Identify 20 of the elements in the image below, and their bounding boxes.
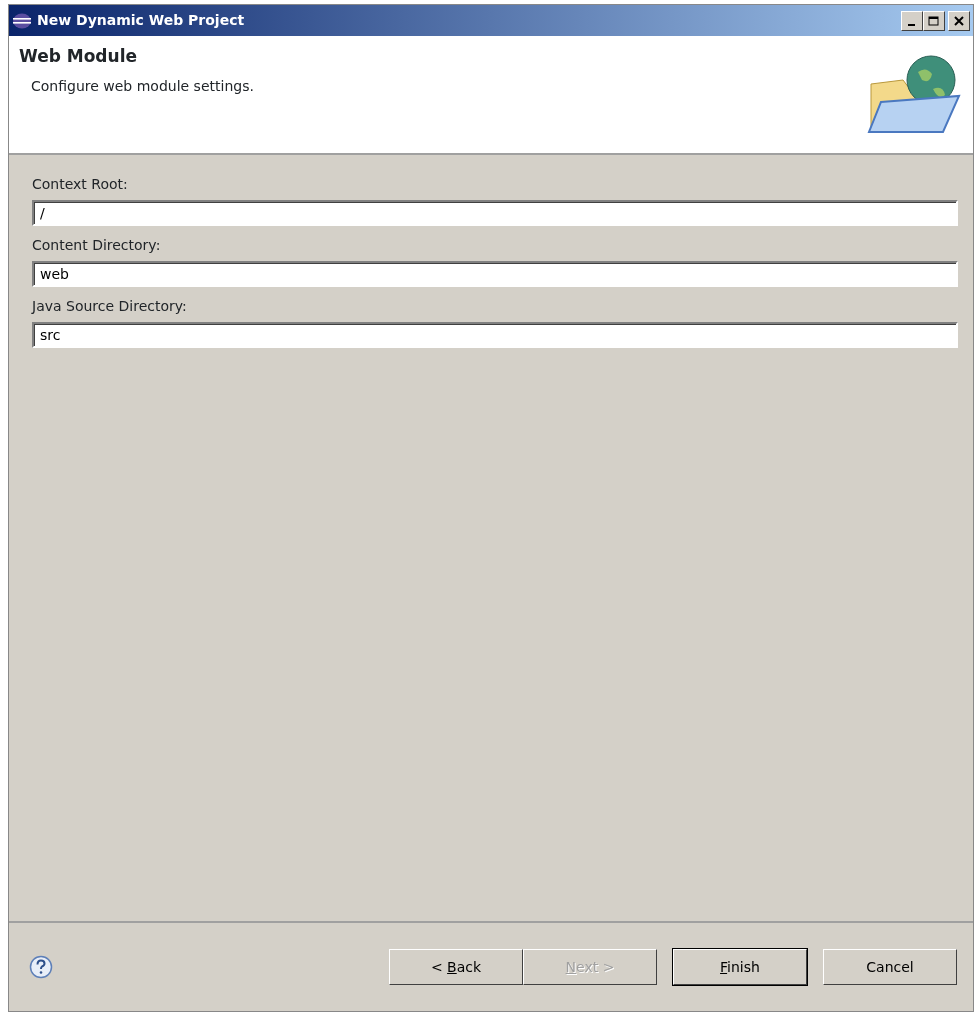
close-button[interactable] <box>948 10 970 31</box>
field-label: Context Root: <box>32 175 129 194</box>
help-icon[interactable] <box>29 955 53 979</box>
app-icon <box>12 12 32 29</box>
maximize-button[interactable] <box>922 10 945 31</box>
field-label: Content Directory: <box>32 236 162 255</box>
text-field[interactable]: src <box>32 322 958 348</box>
window-title: New Dynamic Web Project <box>37 11 245 30</box>
maximize-icon <box>928 15 939 26</box>
page-description: Configure web module settings. <box>31 76 254 96</box>
minimize-button[interactable] <box>900 10 923 31</box>
text-field[interactable]: web <box>32 261 958 287</box>
dialog-button[interactable]: < Back <box>389 949 523 985</box>
dialog-button[interactable]: Cancel <box>823 949 957 985</box>
text-field[interactable]: / <box>32 200 958 226</box>
close-icon <box>954 15 964 26</box>
dialog-button[interactable]: Finish <box>673 949 807 985</box>
minimize-icon <box>908 23 915 26</box>
field-label: Java Source Directory: <box>32 297 188 316</box>
page-title: Web Module <box>19 45 138 68</box>
